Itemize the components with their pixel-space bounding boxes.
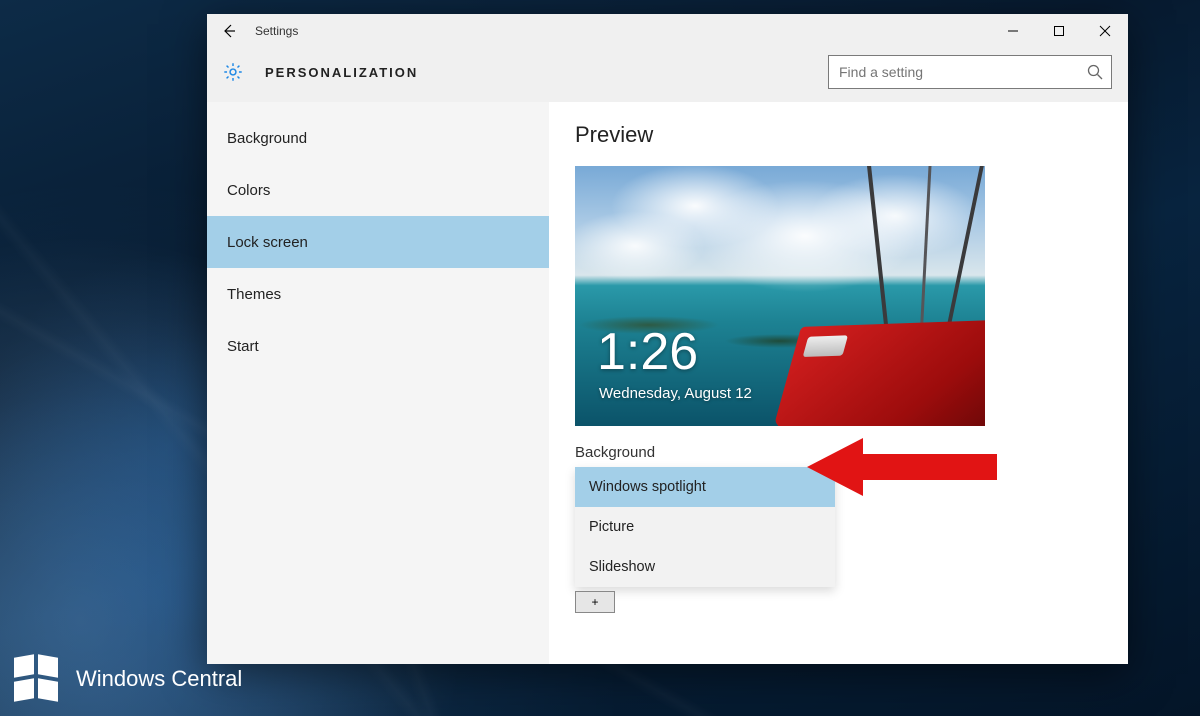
back-arrow-icon <box>221 23 237 39</box>
search-input[interactable] <box>828 55 1112 89</box>
dropdown-option-label: Slideshow <box>589 559 655 575</box>
preview-plane-wing <box>765 166 985 426</box>
sidebar-item-label: Lock screen <box>227 234 308 251</box>
windows-logo-icon <box>14 656 60 702</box>
sidebar-item-themes[interactable]: Themes <box>207 268 549 320</box>
watermark: Windows Central <box>14 656 242 702</box>
sidebar-item-start[interactable]: Start <box>207 320 549 372</box>
add-button[interactable]: + <box>575 591 615 613</box>
preview-heading: Preview <box>575 122 1128 148</box>
sidebar-item-background[interactable]: Background <box>207 112 549 164</box>
background-label: Background <box>575 444 1128 461</box>
dropdown-option-label: Windows spotlight <box>589 479 706 495</box>
close-button[interactable] <box>1082 14 1128 48</box>
sidebar: Background Colors Lock screen Themes Sta… <box>207 102 549 664</box>
dropdown-option-picture[interactable]: Picture <box>575 507 835 547</box>
watermark-text: Windows Central <box>76 666 242 692</box>
maximize-icon <box>1053 25 1065 37</box>
close-icon <box>1099 25 1111 37</box>
sidebar-item-label: Background <box>227 130 307 147</box>
minimize-button[interactable] <box>990 14 1036 48</box>
dropdown-option-slideshow[interactable]: Slideshow <box>575 547 835 587</box>
gear-icon <box>221 60 245 84</box>
dropdown-option-label: Picture <box>589 519 634 535</box>
window-controls <box>990 14 1128 48</box>
lockscreen-preview: 1:26 Wednesday, August 12 <box>575 166 985 426</box>
sidebar-item-lock-screen[interactable]: Lock screen <box>207 216 549 268</box>
sidebar-item-label: Colors <box>227 182 270 199</box>
minimize-icon <box>1007 25 1019 37</box>
section-title: PERSONALIZATION <box>265 65 418 80</box>
search-wrap <box>828 55 1112 89</box>
dropdown-option-windows-spotlight[interactable]: Windows spotlight <box>575 467 835 507</box>
sidebar-item-label: Themes <box>227 286 281 303</box>
preview-time: 1:26 <box>597 326 698 378</box>
body: Background Colors Lock screen Themes Sta… <box>207 102 1128 664</box>
back-button[interactable] <box>207 14 251 48</box>
preview-date: Wednesday, August 12 <box>599 385 752 402</box>
content-pane: Preview 1:26 Wednesday, August 12 Backgr… <box>549 102 1128 664</box>
sidebar-item-colors[interactable]: Colors <box>207 164 549 216</box>
settings-window: Settings PER <box>207 14 1128 664</box>
titlebar: Settings <box>207 14 1128 48</box>
header-row: PERSONALIZATION <box>207 48 1128 102</box>
annotation-arrow <box>807 432 1007 502</box>
search-icon <box>1086 63 1104 81</box>
window-title: Settings <box>255 24 298 38</box>
plus-icon: + <box>591 595 598 609</box>
background-dropdown[interactable]: Windows spotlight Picture Slideshow <box>575 467 835 587</box>
maximize-button[interactable] <box>1036 14 1082 48</box>
sidebar-item-label: Start <box>227 338 259 355</box>
